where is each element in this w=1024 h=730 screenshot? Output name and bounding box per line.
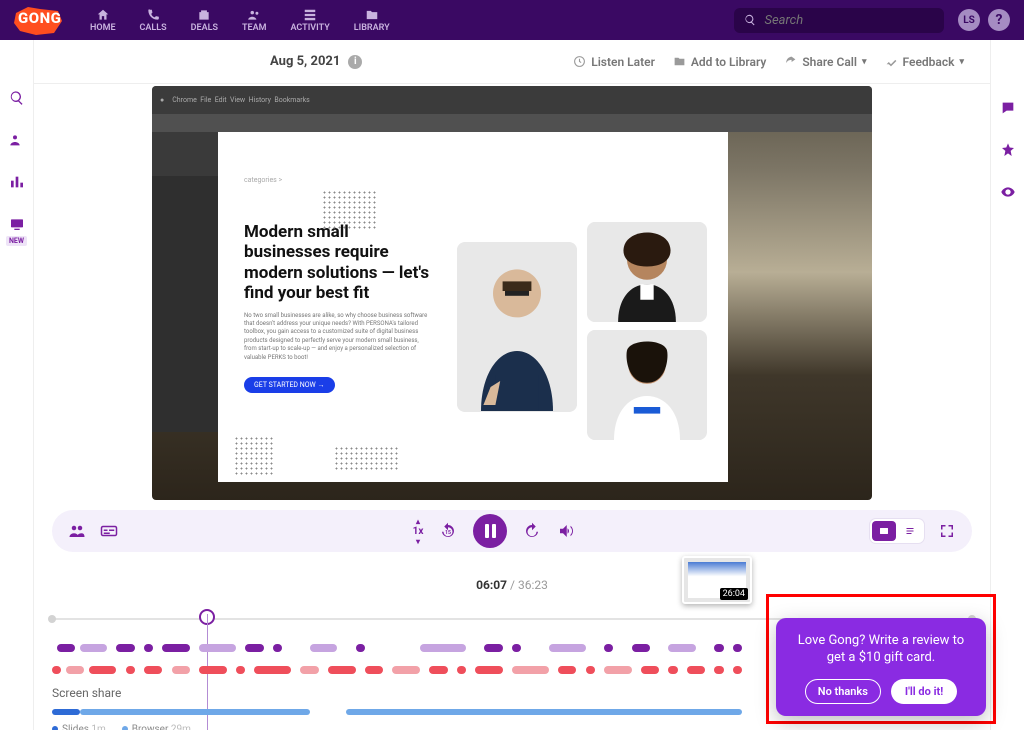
rail-eye-icon[interactable] [1000, 184, 1016, 200]
logo[interactable]: GONG [14, 5, 64, 35]
pause-button[interactable] [473, 514, 507, 548]
playhead[interactable] [199, 609, 215, 625]
nav-activity[interactable]: ACTIVITY [282, 5, 337, 36]
new-badge: NEW [6, 236, 27, 246]
hero-heading: Modern small businesses require modern s… [244, 222, 433, 304]
shared-webpage: categories > Modern small businesses req… [218, 132, 728, 482]
subheader: Aug 5, 2021 i Listen Later Add to Librar… [0, 40, 1024, 84]
rail-slides-icon[interactable] [9, 216, 25, 232]
background-app [152, 132, 218, 432]
nav-team[interactable]: TEAM [234, 5, 275, 36]
rail-star-icon[interactable] [1000, 142, 1016, 158]
thumbnail-preview[interactable]: 26:04 [682, 556, 752, 604]
top-nav: GONG HOME CALLS DEALS TEAM ACTIVITY LIBR… [0, 0, 1024, 40]
track-legend: Slides 1m Browser 29m [52, 724, 972, 730]
search-input[interactable] [764, 13, 934, 28]
hero-cta: GET STARTED NOW → [244, 377, 335, 393]
video-frame[interactable]: ●Chrome File Edit View History Bookmarks… [152, 86, 872, 500]
time-display: 06:07 / 36:23 [476, 578, 548, 592]
popup-no-button[interactable]: No thanks [805, 679, 881, 704]
volume-icon[interactable] [557, 522, 575, 540]
hero-person-3 [587, 330, 707, 440]
popup-message: Love Gong? Write a review to get a $10 g… [790, 632, 972, 667]
logo-text: GONG [18, 9, 61, 27]
view-transcript-button[interactable] [898, 521, 922, 541]
nav-items: HOME CALLS DEALS TEAM ACTIVITY LIBRARY [82, 5, 398, 36]
rail-search-icon[interactable] [9, 90, 25, 106]
nav-library[interactable]: LIBRARY [346, 5, 398, 36]
view-video-button[interactable] [872, 521, 896, 541]
user-avatar[interactable]: LS [958, 9, 980, 31]
hero-person-1 [457, 242, 577, 412]
svg-text:15: 15 [445, 530, 451, 536]
popup-yes-button[interactable]: I'll do it! [891, 679, 957, 704]
add-to-library-button[interactable]: Add to Library [673, 55, 766, 69]
forward-15-icon[interactable] [523, 522, 541, 540]
rail-people-icon[interactable] [9, 132, 25, 148]
rail-stats-icon[interactable] [9, 174, 25, 190]
hero-person-2 [587, 222, 707, 322]
listen-later-button[interactable]: Listen Later [573, 55, 655, 69]
info-icon[interactable]: i [348, 55, 362, 69]
rail-comment-icon[interactable] [1000, 100, 1016, 116]
view-toggle [870, 519, 924, 543]
search-box[interactable] [734, 8, 944, 33]
captions-icon[interactable] [100, 522, 118, 540]
nav-calls[interactable]: CALLS [132, 5, 175, 36]
browser-chrome: ●Chrome File Edit View History Bookmarks [152, 86, 872, 114]
rewind-15-icon[interactable]: 15 [439, 522, 457, 540]
review-popup: Love Gong? Write a review to get a $10 g… [776, 618, 986, 716]
speed-button[interactable]: ▴1x▾ [413, 517, 424, 546]
left-rail: NEW [0, 40, 34, 730]
call-date: Aug 5, 2021 i [270, 54, 362, 69]
participants-icon[interactable] [68, 522, 86, 540]
help-icon[interactable]: ? [988, 9, 1010, 31]
player-bar: ▴1x▾ 15 [52, 510, 972, 552]
hero-body: No two small businesses are alike, so wh… [244, 312, 433, 362]
nav-home[interactable]: HOME [82, 5, 124, 36]
feedback-button[interactable]: Feedback▾ [885, 55, 964, 69]
fullscreen-icon[interactable] [938, 522, 956, 540]
nav-deals[interactable]: DEALS [183, 5, 226, 36]
share-call-button[interactable]: Share Call▾ [784, 55, 866, 69]
search-icon [744, 13, 756, 27]
